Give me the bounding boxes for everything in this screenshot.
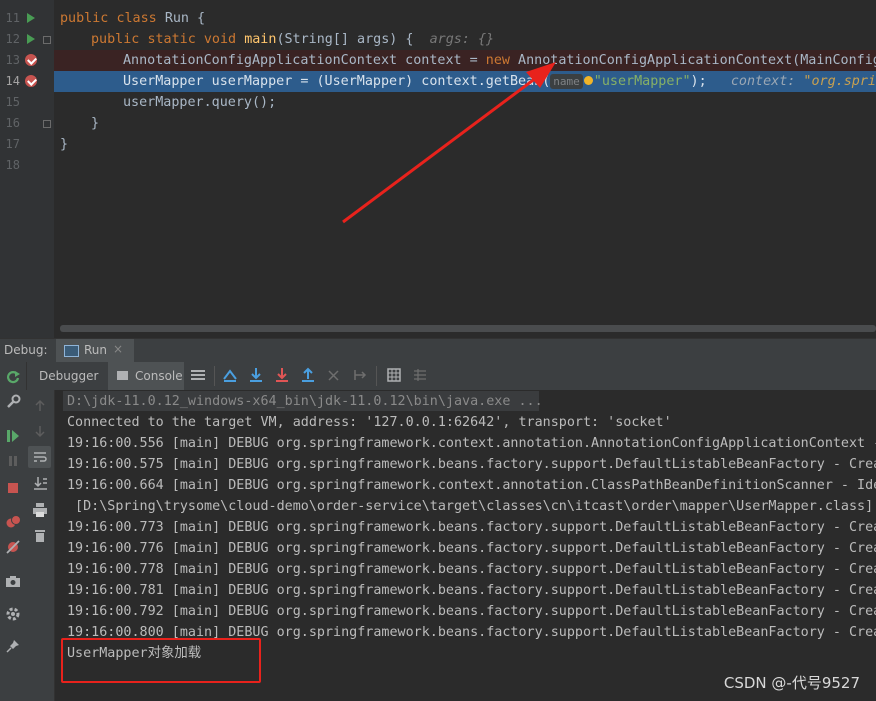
evaluate-expression-icon[interactable] bbox=[386, 367, 402, 383]
debug-tool-window-header: Debug: Run × bbox=[0, 338, 876, 365]
up-arrow-icon[interactable] bbox=[32, 398, 48, 414]
soft-wrap-button[interactable] bbox=[28, 446, 51, 468]
settings-icon[interactable] bbox=[5, 606, 21, 622]
console-icon bbox=[117, 371, 128, 380]
tab-console[interactable]: Console bbox=[108, 362, 184, 390]
annotation-box bbox=[61, 638, 261, 683]
tab-run-label: Run bbox=[84, 343, 108, 357]
soft-wrap-icon bbox=[34, 452, 47, 462]
console-line: 19:16:00.556 [main] DEBUG org.springfram… bbox=[67, 436, 876, 451]
scroll-to-end-icon[interactable] bbox=[32, 475, 48, 491]
tab-console-label: Console bbox=[135, 369, 183, 383]
view-breakpoints-icon[interactable] bbox=[5, 514, 21, 530]
annotation-arrow bbox=[342, 62, 556, 224]
toolbar-divider bbox=[214, 366, 215, 386]
arrow-head bbox=[526, 62, 556, 88]
resume-icon[interactable] bbox=[5, 428, 21, 444]
step-into-icon[interactable] bbox=[274, 367, 290, 383]
console-line: 19:16:00.776 [main] DEBUG org.springfram… bbox=[67, 541, 876, 556]
step-over-icon[interactable] bbox=[248, 367, 264, 383]
menu-lines-icon[interactable] bbox=[190, 367, 206, 383]
mute-breakpoints-icon[interactable] bbox=[5, 539, 21, 555]
stop-icon[interactable] bbox=[5, 480, 21, 496]
debug-left-toolbar bbox=[0, 362, 27, 701]
run-tab-icon bbox=[64, 345, 79, 357]
console-line: 19:16:00.575 [main] DEBUG org.springfram… bbox=[67, 457, 876, 472]
rerun-icon[interactable] bbox=[5, 369, 21, 385]
wrench-icon[interactable] bbox=[5, 394, 21, 410]
console-line: 19:16:00.664 [main] DEBUG org.springfram… bbox=[67, 478, 876, 493]
console-line: 19:16:00.778 [main] DEBUG org.springfram… bbox=[67, 562, 876, 577]
print-icon[interactable] bbox=[32, 502, 48, 518]
trash-icon[interactable] bbox=[32, 527, 48, 543]
tab-debugger[interactable]: Debugger bbox=[30, 362, 104, 390]
debug-toolbar: Debugger Console bbox=[0, 362, 876, 391]
drop-frame-icon[interactable] bbox=[326, 367, 342, 383]
toolbar-divider bbox=[376, 366, 377, 386]
console-line: 19:16:00.792 [main] DEBUG org.springfram… bbox=[67, 604, 876, 619]
console-line: D:\jdk-11.0.12_windows-x64_bin\jdk-11.0.… bbox=[67, 394, 543, 409]
camera-icon[interactable] bbox=[5, 573, 21, 589]
console-line: 19:16:00.781 [main] DEBUG org.springfram… bbox=[67, 583, 876, 598]
run-to-cursor-icon[interactable] bbox=[352, 367, 368, 383]
pause-icon[interactable] bbox=[5, 453, 21, 469]
console-output[interactable]: D:\jdk-11.0.12_windows-x64_bin\jdk-11.0.… bbox=[55, 390, 876, 701]
step-out-icon[interactable] bbox=[300, 367, 316, 383]
console-toolbar bbox=[26, 390, 55, 701]
pin-icon[interactable] bbox=[5, 638, 21, 654]
trace-icon[interactable] bbox=[412, 367, 428, 383]
show-execution-point-icon[interactable] bbox=[222, 367, 238, 383]
watermark: CSDN @-代号9527 bbox=[723, 674, 860, 692]
debug-title: Debug: bbox=[4, 343, 48, 357]
console-line: Connected to the target VM, address: '12… bbox=[67, 415, 672, 430]
tab-debugger-label: Debugger bbox=[39, 369, 99, 383]
close-icon[interactable]: × bbox=[113, 342, 123, 356]
arrow-shaft bbox=[342, 73, 541, 224]
console-line: [D:\Spring\trysome\cloud-demo\order-serv… bbox=[67, 499, 874, 514]
down-arrow-icon[interactable] bbox=[32, 423, 48, 439]
console-line: 19:16:00.773 [main] DEBUG org.springfram… bbox=[67, 520, 876, 535]
